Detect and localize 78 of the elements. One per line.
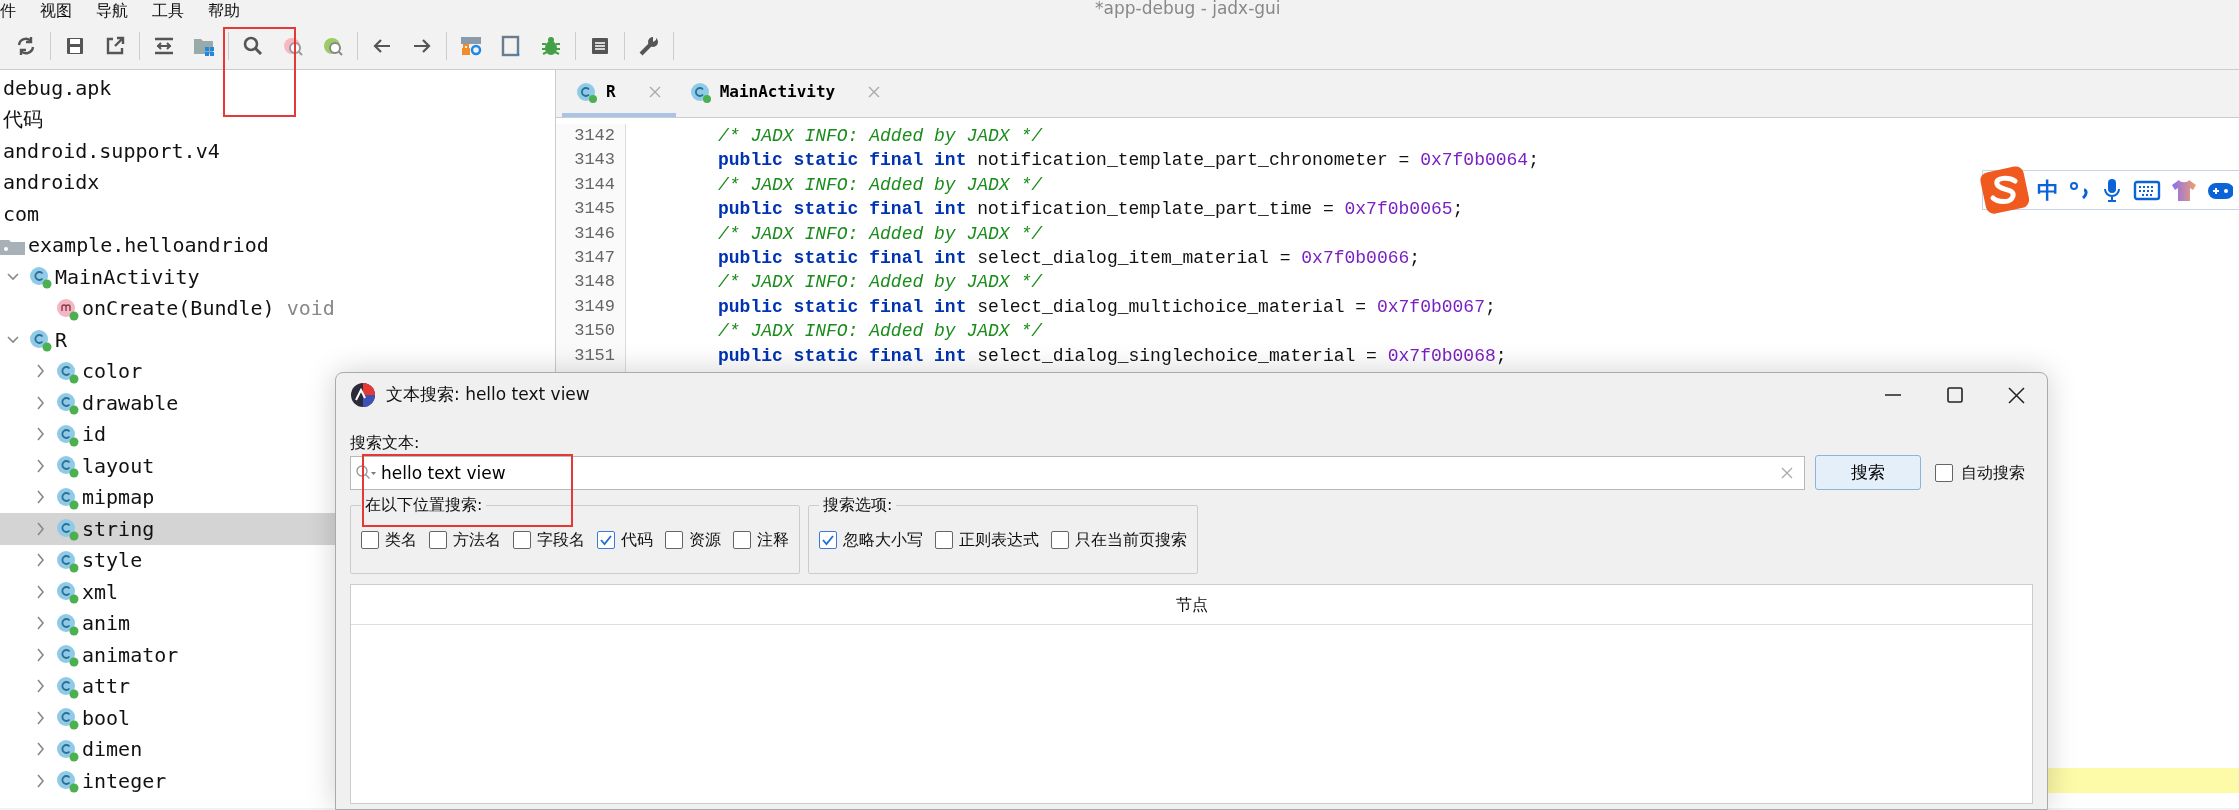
line-number: 3145 (573, 198, 615, 221)
checkbox-label: 正则表达式 (959, 529, 1039, 551)
code-line: public static final int select_dialog_singlechoice_material = 0x7f0b0068; (718, 344, 1508, 368)
tree-item[interactable]: com (0, 198, 555, 230)
window-title: *app-debug - jadx-gui (1095, 0, 1281, 17)
field-label: 搜索文本: (350, 432, 420, 453)
line-number: 3150 (573, 320, 615, 343)
check-icon (821, 533, 835, 547)
menu-item[interactable]: 件 (0, 2, 28, 22)
checkbox[interactable] (513, 531, 531, 549)
tree-item[interactable]: attr (0, 670, 555, 702)
microphone-icon[interactable] (2101, 177, 2123, 203)
menu-item[interactable]: 工具 (140, 2, 196, 22)
checkbox-label: 注释 (757, 529, 789, 551)
close-icon (2005, 384, 2027, 406)
tree-item[interactable]: debug.apk (0, 72, 555, 104)
code-line: /* JADX INFO: Added by JADX */ (718, 320, 1044, 344)
tree-item[interactable]: animator (0, 639, 555, 671)
code-line: public static final int notification_template_part_time = 0x7f0b0065; (718, 198, 1465, 222)
tree-item[interactable]: 代码 (0, 103, 555, 135)
tree-item[interactable]: integer (0, 765, 555, 797)
tree-item[interactable]: anim (0, 607, 555, 639)
keyboard-icon[interactable] (2133, 179, 2161, 201)
checkbox-label: 忽略大小写 (843, 529, 923, 551)
class-icon (689, 80, 712, 103)
class-icon (576, 80, 598, 103)
tree-item[interactable]: xml (0, 576, 555, 608)
menu-item[interactable]: 导航 (84, 2, 140, 22)
tree-item[interactable]: androidx (0, 166, 555, 198)
code-line: public static final int select_dialog_item_material = 0x7f0b0066; (718, 246, 1422, 270)
line-number: 3143 (573, 149, 615, 172)
checkbox[interactable] (733, 531, 751, 549)
line-number: 3147 (573, 246, 615, 269)
tab[interactable]: MainActivity (675, 70, 896, 117)
line-number: 3149 (573, 295, 615, 318)
line-number: 3151 (573, 344, 615, 367)
checkbox[interactable] (819, 531, 837, 549)
group-title: 在以下位置搜索: (364, 496, 484, 514)
tree-item[interactable]: example.helloandriod (0, 229, 555, 261)
checkbox[interactable] (935, 531, 953, 549)
tree-item[interactable]: android.support.v4 (0, 135, 555, 167)
line-number: 3148 (573, 271, 615, 294)
shirt-icon[interactable] (2171, 178, 2197, 202)
tree-item[interactable]: bool (0, 702, 555, 734)
line-number: 3142 (573, 125, 615, 147)
line-number: 3144 (573, 173, 615, 196)
code-line: /* JADX INFO: Added by JADX */ (718, 125, 1044, 148)
checkbox-label: 代码 (621, 529, 653, 551)
code-line: /* JADX INFO: Added by JADX */ (718, 222, 1044, 246)
checkbox-label: 只在当前页搜索 (1075, 529, 1187, 551)
tree-item[interactable]: MainActivity (0, 261, 555, 293)
menu-item[interactable]: 帮助 (196, 2, 252, 22)
checkbox[interactable] (361, 531, 379, 549)
checkbox-label: 资源 (689, 529, 721, 551)
code-line: /* JADX INFO: Added by JADX */ (718, 271, 1044, 295)
checkbox[interactable] (597, 531, 615, 549)
tree-item[interactable]: onCreate(Bundle) void (0, 292, 555, 324)
check-icon (599, 533, 613, 547)
search-button[interactable]: 搜索 (1815, 455, 1921, 490)
checkbox[interactable] (665, 531, 683, 549)
tree-item[interactable]: dimen (0, 733, 555, 765)
close-icon[interactable] (867, 84, 882, 99)
checkbox-label: 自动搜索 (1961, 461, 2025, 484)
menu-item[interactable]: 视图 (28, 2, 84, 22)
checkbox[interactable] (1935, 463, 1953, 482)
line-number: 3146 (573, 222, 615, 245)
group-title: 搜索选项: (822, 496, 894, 514)
app-logo-icon (350, 382, 376, 408)
code-line: public static final int notification_template_part_chronometer = 0x7f0b0064; (718, 149, 1539, 173)
column-header: 节点 (1175, 593, 1208, 616)
code-line: /* JADX INFO: Added by JADX */ (718, 173, 1044, 197)
checkbox[interactable] (1051, 531, 1069, 549)
clear-icon[interactable] (1780, 465, 1794, 480)
input-mode-toggle[interactable]: 中 (2037, 173, 2059, 207)
checkbox[interactable] (429, 531, 447, 549)
tree-item[interactable]: R (0, 324, 555, 356)
close-icon[interactable] (647, 84, 662, 99)
code-line: public static final int select_dialog_multichoice_material = 0x7f0b0067; (718, 295, 1497, 319)
